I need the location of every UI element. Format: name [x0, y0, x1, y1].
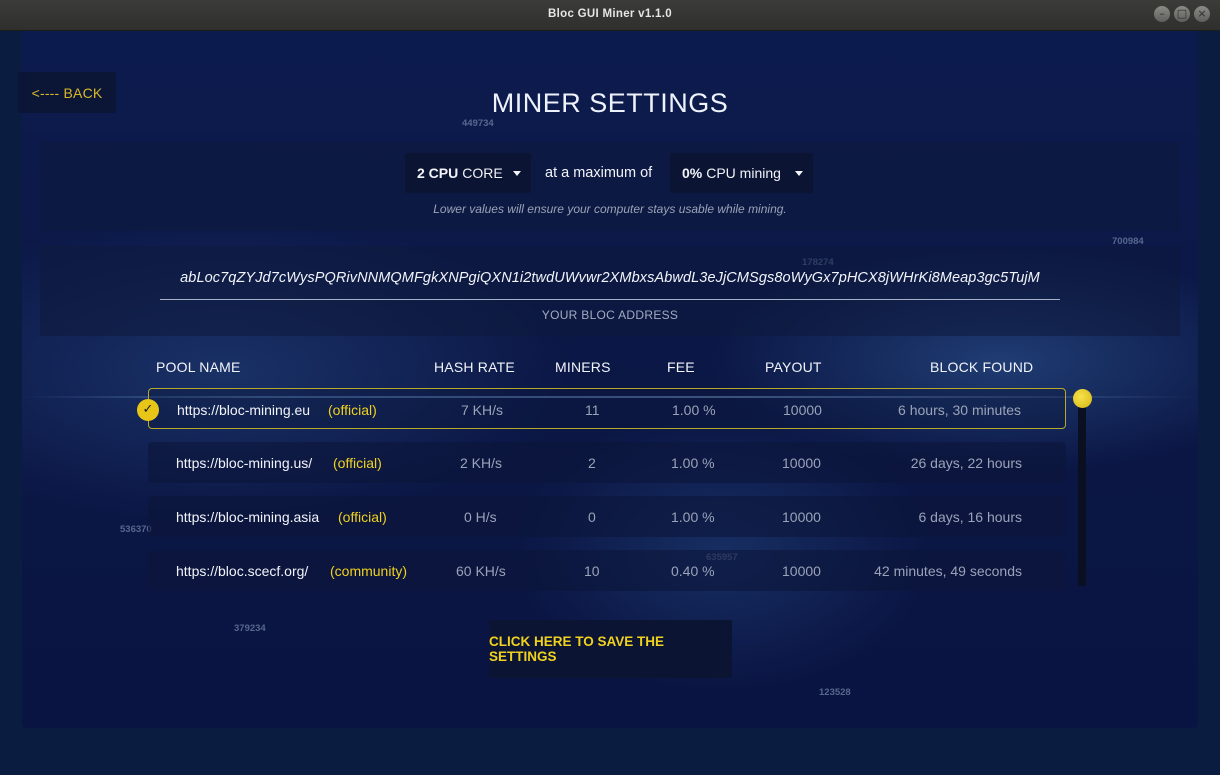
background-number: 123528	[819, 687, 851, 698]
column-header-fee: FEE	[667, 359, 695, 375]
pool-name: https://bloc.scecf.org/	[176, 563, 309, 579]
pool-hash-rate: 7 KH/s	[461, 402, 504, 418]
page-title: MINER SETTINGS	[491, 88, 729, 118]
pool-block-found: 26 days, 22 hours	[910, 455, 1022, 471]
chevron-down-icon	[795, 171, 803, 176]
pool-hash-rate: 60 KH/s	[456, 563, 506, 579]
pool-fee: 1.00 %	[671, 455, 715, 471]
cpu-usage-value: 0%	[682, 165, 703, 181]
address-underline	[160, 299, 1060, 300]
pool-payout: 10000	[783, 402, 822, 418]
pool-payout: 10000	[782, 455, 821, 471]
chevron-down-icon	[513, 171, 521, 176]
cpu-usage-unit: CPU mining	[706, 165, 781, 181]
pool-fee: 1.00 %	[671, 509, 715, 525]
pool-fee: 0.40 %	[671, 563, 715, 579]
pool-block-found: 6 days, 16 hours	[918, 509, 1022, 525]
window-titlebar: Bloc GUI Miner v1.1.0 – □ ×	[0, 0, 1220, 31]
background-number: 449734	[462, 118, 494, 129]
checkmark-icon: ✓	[137, 399, 159, 421]
pool-payout: 10000	[782, 509, 821, 525]
pool-block-found: 42 minutes, 49 seconds	[874, 563, 1022, 579]
column-header-hash-rate: HASH RATE	[434, 359, 515, 375]
pool-payout: 10000	[782, 563, 821, 579]
pool-tag: (official)	[328, 402, 377, 418]
save-settings-button[interactable]: CLICK HERE TO SAVE THE SETTINGS	[489, 620, 732, 678]
app-area: 449734 700984 536370 635957 379234 12352…	[0, 31, 1220, 775]
pool-tag: (community)	[330, 563, 408, 579]
column-header-payout: PAYOUT	[765, 359, 822, 375]
background-number: 536370	[120, 524, 152, 535]
scrollbar-thumb[interactable]	[1073, 389, 1092, 408]
cpu-cores-select[interactable]: 2 CPU CORE	[405, 153, 531, 193]
column-header-miners: MINERS	[555, 359, 611, 375]
cpu-usage-select[interactable]: 0% CPU mining	[670, 153, 813, 193]
address-box	[40, 246, 1180, 336]
pool-hash-rate: 0 H/s	[464, 509, 497, 525]
pool-name: https://bloc-mining.us/	[176, 455, 313, 471]
cpu-settings-box	[40, 142, 1180, 231]
pool-row[interactable]: https://bloc.scecf.org/ (community) 60 K…	[148, 550, 1066, 591]
minimize-icon[interactable]: –	[1154, 6, 1170, 22]
cpu-connector-text: at a maximum of	[545, 165, 653, 181]
background-number: 379234	[234, 623, 266, 634]
pool-miners: 2	[588, 455, 596, 471]
column-header-pool-name: POOL NAME	[156, 359, 241, 375]
pool-block-found: 6 hours, 30 minutes	[898, 402, 1021, 418]
pool-name: https://bloc-mining.asia	[176, 509, 320, 525]
pool-fee: 1.00 %	[672, 402, 716, 418]
close-icon[interactable]: ×	[1194, 6, 1210, 22]
maximize-icon[interactable]: □	[1174, 6, 1190, 22]
pool-tag: (official)	[333, 455, 382, 471]
pool-miners: 11	[585, 402, 600, 418]
window-title: Bloc GUI Miner v1.1.0	[548, 8, 672, 20]
pool-miners: 10	[584, 563, 600, 579]
column-header-block-found: BLOCK FOUND	[930, 359, 1034, 375]
pool-row[interactable]: https://bloc-mining.asia (official) 0 H/…	[148, 496, 1066, 537]
scrollbar-track[interactable]	[1078, 404, 1086, 586]
bloc-address-field[interactable]: abLoc7qZYJd7cWysPQRivNNMQMFgkXNPgiQXN1i2…	[0, 270, 1220, 286]
cpu-cores-value: 2 CPU	[417, 165, 459, 181]
pool-row[interactable]: https://bloc-mining.eu (official) 7 KH/s…	[148, 388, 1066, 429]
pool-hash-rate: 2 KH/s	[460, 455, 503, 471]
cpu-hint-text: Lower values will ensure your computer s…	[433, 202, 787, 216]
pool-tag: (official)	[338, 509, 387, 525]
pool-miners: 0	[588, 509, 596, 525]
pool-name: https://bloc-mining.eu	[177, 402, 311, 418]
cpu-cores-unit: CORE	[462, 165, 503, 181]
address-label: YOUR BLOC ADDRESS	[541, 308, 679, 322]
pool-row[interactable]: https://bloc-mining.us/ (official) 2 KH/…	[148, 442, 1066, 483]
